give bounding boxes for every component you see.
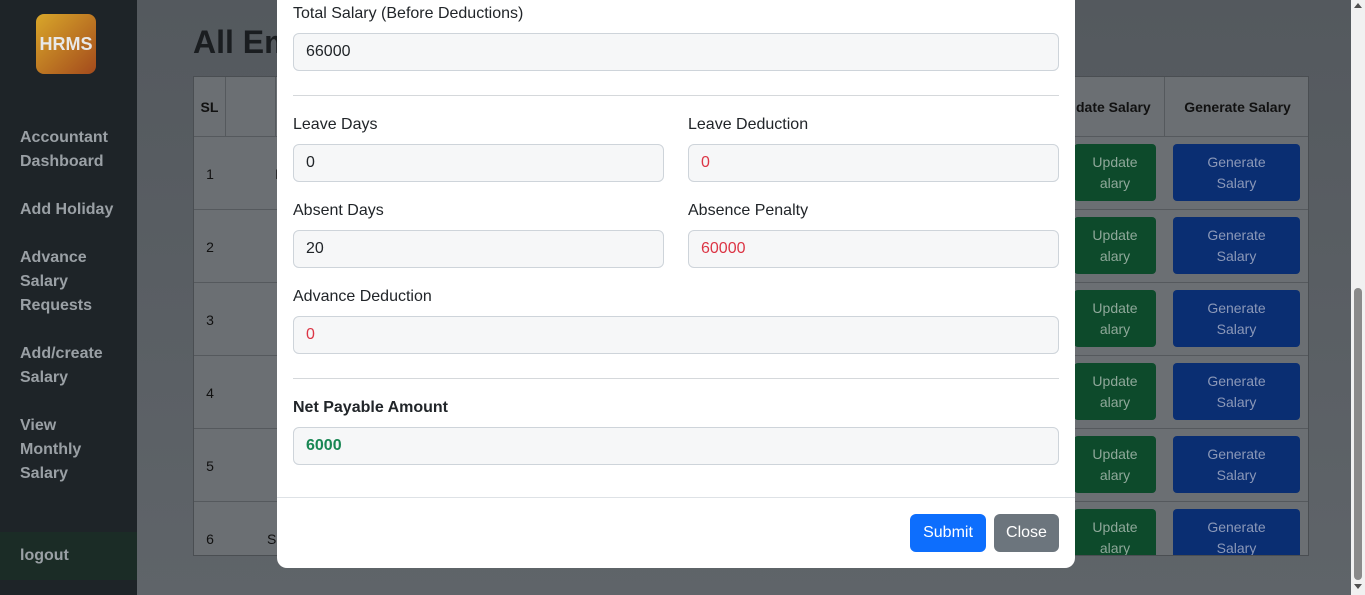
sidebar-item-accountant-dashboard[interactable]: Accountant Dashboard — [20, 126, 125, 174]
table-cell-sl: 4 — [206, 385, 214, 401]
leave-deduction-label: Leave Deduction — [688, 116, 809, 133]
update-salary-button[interactable]: Update alary — [1074, 217, 1156, 274]
submit-button[interactable]: Submit — [910, 514, 986, 552]
sidebar-item-add-create-salary[interactable]: Add/create Salary — [20, 342, 110, 390]
close-button[interactable]: Close — [994, 514, 1059, 552]
page-scrollbar[interactable] — [1351, 0, 1365, 595]
advance-deduction-field[interactable]: 0 — [293, 316, 1059, 354]
table-header-sl: SL — [194, 77, 226, 137]
divider — [293, 95, 1059, 96]
scrollbar-thumb[interactable] — [1354, 288, 1362, 580]
total-salary-field[interactable]: 66000 — [293, 33, 1059, 71]
table-cell-sl: 5 — [206, 458, 214, 474]
absent-days-label: Absent Days — [293, 202, 384, 219]
table-header-update-salary: date Salary — [1076, 77, 1165, 137]
table-cell-sl: 3 — [206, 312, 214, 328]
generate-salary-button[interactable]: Generate Salary — [1173, 144, 1300, 201]
update-salary-button[interactable]: Update alary — [1074, 436, 1156, 493]
sidebar-item-view-monthly-salary[interactable]: View Monthly Salary — [20, 414, 90, 486]
table-cell-sl: 6 — [206, 531, 214, 547]
generate-salary-button[interactable]: Generate Salary — [1173, 217, 1300, 274]
leave-days-field[interactable]: 0 — [293, 144, 664, 182]
generate-salary-button[interactable]: Generate Salary — [1173, 290, 1300, 347]
generate-salary-button[interactable]: Generate Salary — [1173, 363, 1300, 420]
generate-salary-button[interactable]: Generate Salary — [1173, 509, 1300, 555]
net-payable-field[interactable]: 6000 — [293, 427, 1059, 465]
scroll-down-arrow-icon[interactable] — [1354, 584, 1362, 589]
generate-salary-button[interactable]: Generate Salary — [1173, 436, 1300, 493]
absence-penalty-label: Absence Penalty — [688, 202, 809, 219]
sidebar: HRMS Accountant Dashboard Add Holiday Ad… — [0, 0, 137, 595]
update-salary-button[interactable]: Update alary — [1074, 363, 1156, 420]
logo: HRMS — [36, 14, 96, 74]
net-payable-label: Net Payable Amount — [293, 399, 448, 416]
total-salary-label: Total Salary (Before Deductions) — [293, 5, 524, 22]
leave-days-label: Leave Days — [293, 116, 378, 133]
absence-penalty-field[interactable]: 60000 — [688, 230, 1059, 268]
table-header-generate-salary: Generate Salary — [1184, 99, 1291, 115]
absent-days-field[interactable]: 20 — [293, 230, 664, 268]
logout-button[interactable]: logout — [0, 532, 137, 580]
advance-deduction-label: Advance Deduction — [293, 288, 432, 305]
table-cell-sl: 2 — [206, 239, 214, 255]
table-cell-sl: 1 — [206, 166, 214, 182]
update-salary-button[interactable]: Update alary — [1074, 144, 1156, 201]
scroll-up-arrow-icon[interactable] — [1354, 3, 1362, 8]
modal-footer-divider — [277, 497, 1075, 498]
update-salary-button[interactable]: Update alary — [1074, 509, 1156, 555]
update-salary-button[interactable]: Update alary — [1074, 290, 1156, 347]
leave-deduction-field[interactable]: 0 — [688, 144, 1059, 182]
sidebar-item-add-holiday[interactable]: Add Holiday — [20, 198, 125, 222]
table-header-name — [226, 77, 276, 137]
sidebar-item-advance-salary-requests[interactable]: Advance Salary Requests — [20, 246, 100, 318]
salary-modal: Total Salary (Before Deductions) 66000 L… — [277, 0, 1075, 568]
divider — [293, 378, 1059, 379]
